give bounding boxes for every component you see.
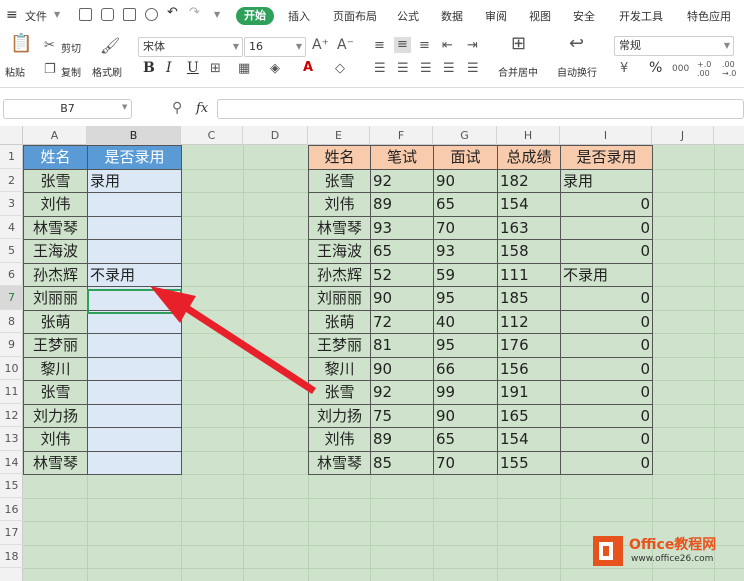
- align-left-icon[interactable]: ☰: [374, 62, 386, 76]
- increase-decimal-icon[interactable]: +.0.00: [697, 60, 711, 78]
- cut-icon[interactable]: ✂: [44, 39, 55, 53]
- decrease-indent-icon[interactable]: ⇤: [442, 39, 453, 53]
- clear-format-icon[interactable]: ◇: [335, 62, 345, 76]
- print-icon[interactable]: [123, 8, 136, 21]
- watermark-brand: Office教程网: [629, 537, 717, 553]
- copy-icon[interactable]: ❐: [44, 63, 56, 77]
- italic-button[interactable]: I: [166, 60, 172, 76]
- decrease-decimal-icon[interactable]: .00 →.0: [722, 60, 736, 78]
- menu-bar: ≡ 文件 ▼ ↶ ↷ ▼ 开始 插入 页面布局 公式 数据 审阅 视图 安全 开…: [0, 0, 744, 31]
- bold-button[interactable]: B: [143, 60, 155, 76]
- tab-start[interactable]: 开始: [236, 7, 274, 25]
- quick-access-dropdown-icon[interactable]: ▼: [214, 10, 220, 19]
- font-name-select[interactable]: 宋体 ▼: [138, 37, 243, 57]
- hamburger-menu-icon[interactable]: ≡: [6, 7, 18, 23]
- merge-center-icon[interactable]: ⊞: [511, 35, 526, 53]
- export-icon[interactable]: [101, 8, 114, 21]
- align-top-icon[interactable]: ≡: [374, 39, 385, 53]
- justify-icon[interactable]: ☰: [443, 62, 455, 76]
- increase-indent-icon[interactable]: ⇥: [467, 39, 478, 53]
- name-box[interactable]: B7: [3, 99, 132, 119]
- office-watermark-logo: Office教程网 www.office26.com: [591, 524, 741, 576]
- font-name-value: 宋体: [143, 40, 165, 53]
- ribbon: 📋 粘贴 ✂ 剪切 ❐ 复制 🖌 格式刷 宋体 ▼ 16 ▼ A⁺ A⁻ B I U…: [0, 31, 744, 88]
- file-dropdown-icon[interactable]: ▼: [54, 10, 60, 19]
- file-menu[interactable]: 文件: [25, 8, 47, 24]
- name-box-dropdown-icon[interactable]: ▼: [122, 103, 127, 111]
- font-color-icon[interactable]: A: [303, 61, 313, 75]
- tab-view[interactable]: 视图: [529, 8, 551, 24]
- increase-font-icon[interactable]: A⁺: [312, 38, 329, 52]
- number-format-value: 常规: [619, 39, 641, 52]
- insert-function-button[interactable]: fx: [196, 101, 208, 116]
- format-painter-label[interactable]: 格式刷: [92, 64, 122, 79]
- fill-color-icon[interactable]: ◈: [270, 62, 280, 76]
- tab-review[interactable]: 审阅: [485, 8, 507, 24]
- tab-special[interactable]: 特色应用: [687, 8, 731, 24]
- tab-page-layout[interactable]: 页面布局: [333, 8, 377, 24]
- paste-label[interactable]: 粘贴: [5, 64, 25, 79]
- redo-icon[interactable]: ↷: [189, 5, 200, 20]
- tab-formulas[interactable]: 公式: [397, 8, 419, 24]
- font-size-dropdown-icon: ▼: [295, 42, 302, 51]
- spreadsheet-grid[interactable]: A B C D E F G H I J 1 2 3 4 5 6 7 8 9 10 11 12 13 14 1…: [0, 126, 744, 581]
- office-logo-hole: [603, 546, 609, 556]
- wrap-text-button[interactable]: 自动换行: [557, 64, 597, 79]
- copy-button[interactable]: 复制: [61, 64, 81, 79]
- decrease-font-icon[interactable]: A⁻: [337, 38, 354, 52]
- align-center-icon[interactable]: ☰: [397, 62, 409, 76]
- save-icon[interactable]: [79, 8, 92, 21]
- number-format-dropdown-icon: ▼: [723, 41, 730, 50]
- undo-icon[interactable]: ↶: [167, 5, 178, 20]
- font-size-value: 16: [249, 40, 263, 53]
- distributed-align-icon[interactable]: ☰: [467, 62, 479, 76]
- border-icon[interactable]: ⊞: [210, 62, 221, 76]
- thousands-separator-icon[interactable]: 000: [672, 62, 689, 76]
- format-painter-icon[interactable]: 🖌: [100, 38, 120, 54]
- formula-bar: B7 ▼ ⚲ fx: [0, 97, 744, 123]
- zoom-search-icon[interactable]: ⚲: [172, 100, 182, 116]
- merge-center-button[interactable]: 合并居中: [498, 64, 538, 79]
- print-preview-icon[interactable]: [145, 8, 158, 21]
- number-format-select[interactable]: 常规 ▼: [614, 36, 734, 56]
- watermark-url: www.office26.com: [631, 554, 714, 564]
- tab-security[interactable]: 安全: [573, 8, 595, 24]
- align-bottom-icon[interactable]: ≡: [419, 39, 430, 53]
- formula-input[interactable]: [217, 99, 744, 119]
- red-arrow-annotation: [150, 286, 316, 394]
- paste-icon[interactable]: 📋: [10, 35, 32, 53]
- currency-icon[interactable]: ¥: [620, 62, 628, 76]
- align-middle-icon[interactable]: ≡: [394, 37, 411, 53]
- font-name-dropdown-icon: ▼: [232, 42, 239, 51]
- fill-pattern-icon[interactable]: ▦: [238, 62, 250, 76]
- arrow-shape: [150, 286, 316, 394]
- font-size-select[interactable]: 16 ▼: [244, 37, 306, 57]
- align-right-icon[interactable]: ☰: [420, 62, 432, 76]
- tab-developer[interactable]: 开发工具: [619, 8, 663, 24]
- underline-button[interactable]: U: [187, 60, 199, 76]
- wrap-text-icon[interactable]: ↩: [569, 35, 584, 53]
- tab-data[interactable]: 数据: [441, 8, 463, 24]
- tab-insert[interactable]: 插入: [288, 8, 310, 24]
- cut-button[interactable]: 剪切: [61, 40, 81, 55]
- percent-button[interactable]: %: [649, 60, 662, 76]
